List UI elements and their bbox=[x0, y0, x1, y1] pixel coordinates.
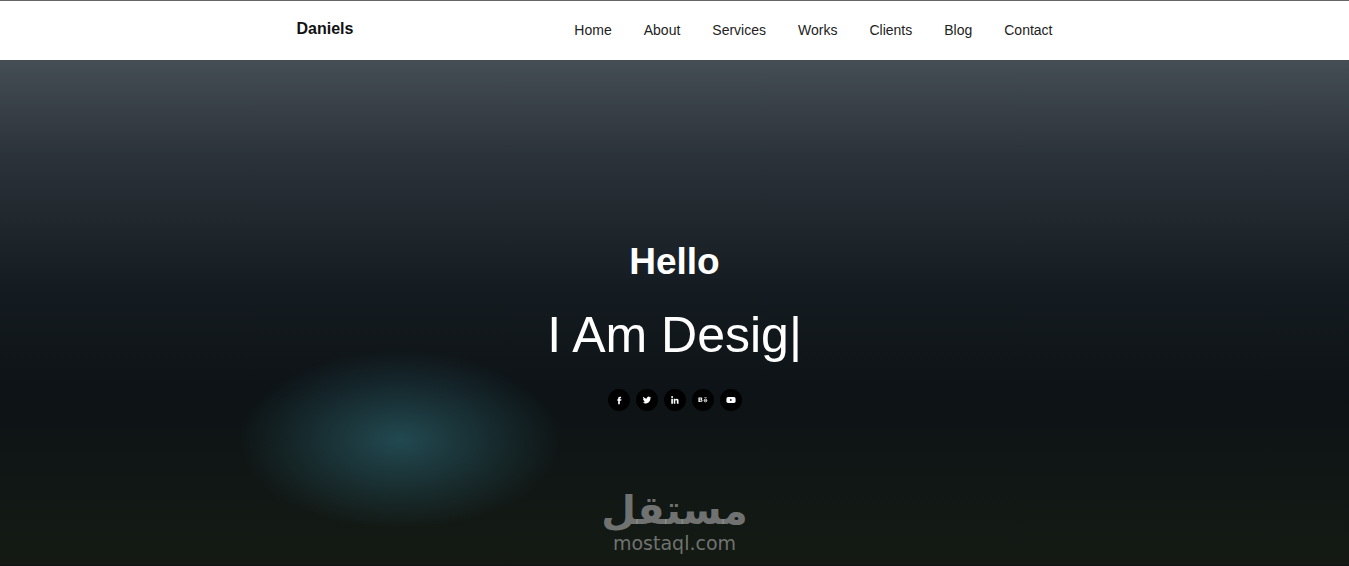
linkedin-icon bbox=[670, 395, 680, 405]
typing-cursor: | bbox=[789, 307, 802, 363]
facebook-icon bbox=[614, 395, 624, 405]
behance-icon bbox=[698, 395, 708, 405]
nav-link[interactable]: Contact bbox=[988, 14, 1068, 47]
nav-link[interactable]: Clients bbox=[853, 14, 928, 47]
social-link[interactable] bbox=[720, 389, 742, 411]
nav-link[interactable]: Works bbox=[782, 14, 853, 47]
social-link[interactable] bbox=[636, 389, 658, 411]
social-link[interactable] bbox=[664, 389, 686, 411]
top-navbar: Daniels HomeAboutServicesWorksClientsBlo… bbox=[0, 0, 1349, 60]
watermark-latin: mostaql.com bbox=[601, 532, 747, 555]
nav-link[interactable]: Blog bbox=[928, 14, 988, 47]
brand-logo[interactable]: Daniels bbox=[297, 17, 354, 41]
typed-text: I Am Desig bbox=[547, 307, 789, 363]
nav-link[interactable]: About bbox=[628, 14, 697, 47]
twitter-icon bbox=[642, 395, 652, 405]
hero-section: Hello I Am Desig| مستقلmostaql.com bbox=[0, 60, 1349, 565]
nav-link[interactable]: Services bbox=[696, 14, 782, 47]
nav-menu: HomeAboutServicesWorksClientsBlogContact bbox=[558, 14, 1068, 47]
nav-link[interactable]: Home bbox=[558, 14, 627, 47]
social-links bbox=[608, 389, 742, 411]
watermark-arabic: مستقل bbox=[601, 488, 747, 532]
hero-greeting: Hello bbox=[629, 240, 719, 284]
social-link[interactable] bbox=[608, 389, 630, 411]
watermark: مستقلmostaql.com bbox=[601, 488, 747, 555]
typed-headline: I Am Desig| bbox=[547, 305, 802, 365]
social-link[interactable] bbox=[692, 389, 714, 411]
youtube-icon bbox=[726, 395, 736, 405]
